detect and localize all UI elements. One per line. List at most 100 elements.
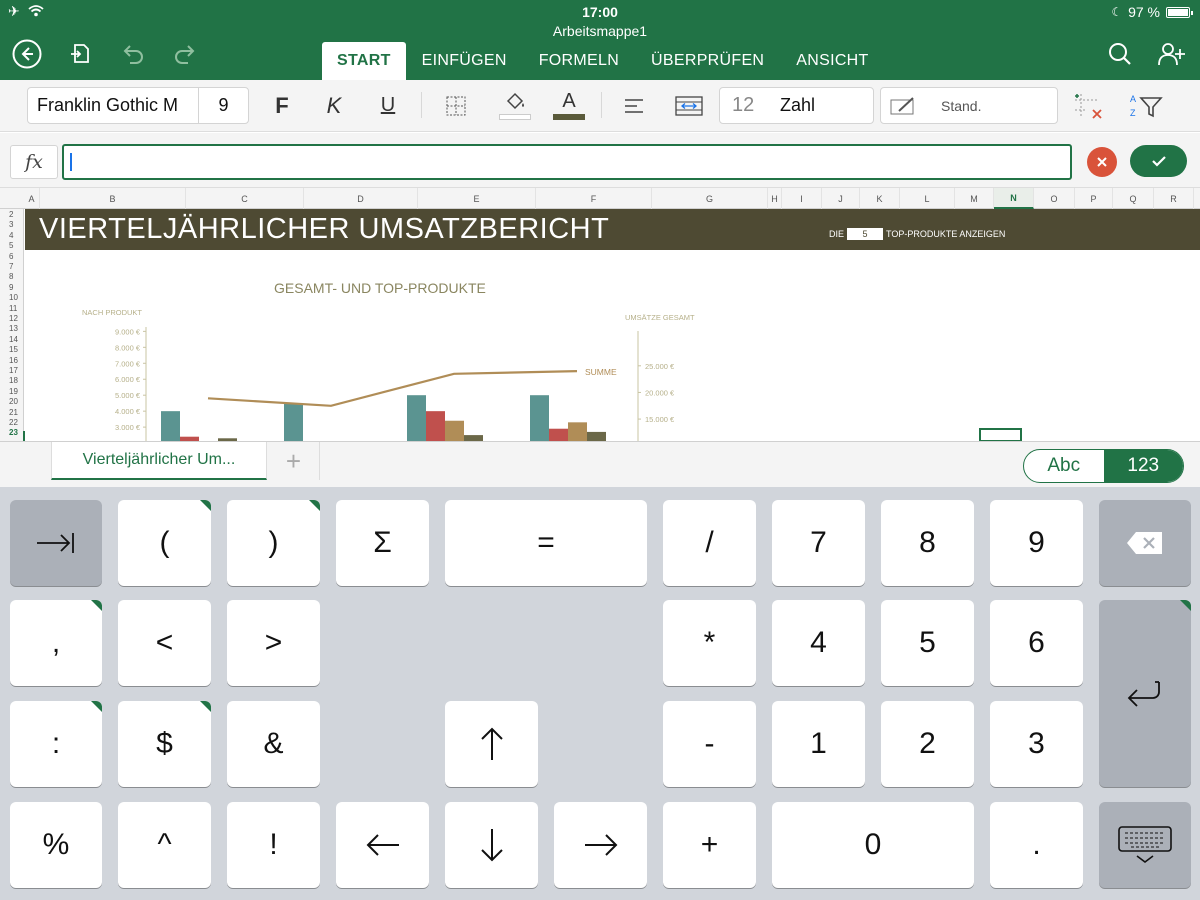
add-sheet-button[interactable]: + [268,442,320,480]
font-picker[interactable]: Franklin Gothic M 9 [27,87,249,124]
tab-formeln[interactable]: FORMELN [523,42,635,80]
share-file-button[interactable] [64,38,96,70]
column-header-g[interactable]: G [652,188,768,209]
key-2[interactable]: 2 [881,701,974,787]
key-3[interactable]: 3 [990,701,1083,787]
row-header-20[interactable]: 20 [0,397,24,407]
key-7[interactable]: 7 [772,500,865,586]
key-exclamation[interactable]: ! [227,802,320,888]
tab-ueberpruefen[interactable]: ÜBERPRÜFEN [635,42,780,80]
tab-einfuegen[interactable]: EINFÜGEN [406,42,523,80]
column-header-c[interactable]: C [186,188,304,209]
key-minus[interactable]: - [663,701,756,787]
column-header-o[interactable]: O [1034,188,1075,209]
arrow-left-key[interactable] [336,802,429,888]
key-4[interactable]: 4 [772,600,865,686]
wrap-text-button[interactable] [671,87,707,124]
sales-chart[interactable]: GESAMT- UND TOP-PRODUKTE NACH PRODUKT UMSÄ… [25,209,1200,441]
insert-delete-cells-button[interactable] [1070,87,1108,124]
row-header-16[interactable]: 16 [0,356,24,366]
keyboard-mode-toggle[interactable]: Abc 123 [1023,449,1184,483]
row-header-8[interactable]: 8 [0,272,24,282]
enter-key[interactable] [1099,600,1191,787]
selected-cell[interactable] [979,428,1022,441]
redo-button[interactable] [169,38,201,70]
key-dollar[interactable]: $ [118,701,211,787]
worksheet[interactable]: VIERTELJÄHRLICHER UMSATZBERICHT DIE 5 TO… [25,209,1200,441]
row-header-17[interactable]: 17 [0,366,24,376]
column-header-r[interactable]: R [1154,188,1194,209]
row-header-2[interactable]: 2 [0,210,24,220]
column-header-q[interactable]: Q [1113,188,1154,209]
row-header-19[interactable]: 19 [0,387,24,397]
confirm-edit-button[interactable] [1130,145,1187,177]
key-open-paren[interactable]: ( [118,500,211,586]
font-size[interactable]: 9 [199,95,248,116]
mode-abc[interactable]: Abc [1024,450,1104,482]
column-header-j[interactable]: J [822,188,860,209]
column-header-k[interactable]: K [860,188,900,209]
column-header-h[interactable]: H [768,188,782,209]
key-colon[interactable]: : [10,701,102,787]
row-header-4[interactable]: 4 [0,231,24,241]
column-header-n[interactable]: N [994,188,1034,209]
row-header-22[interactable]: 22 [0,418,24,428]
key-multiply[interactable]: * [663,600,756,686]
key-decimal[interactable]: . [990,802,1083,888]
arrow-down-key[interactable] [445,802,538,888]
tab-ansicht[interactable]: ANSICHT [780,42,884,80]
sort-filter-button[interactable]: AZ [1126,87,1168,124]
tab-start[interactable]: START [322,42,406,80]
italic-button[interactable]: K [314,87,354,124]
key-comma[interactable]: , [10,600,102,686]
mode-numeric[interactable]: 123 [1103,450,1183,482]
font-color-button[interactable]: A [551,87,587,124]
key-close-paren[interactable]: ) [227,500,320,586]
undo-button[interactable] [117,38,149,70]
row-header-15[interactable]: 15 [0,345,24,355]
formula-input[interactable] [62,144,1072,180]
borders-button[interactable] [436,87,476,124]
key-greater-than[interactable]: > [227,600,320,686]
column-header-a[interactable]: A [24,188,40,209]
key-plus[interactable]: + [663,802,756,888]
row-header-5[interactable]: 5 [0,241,24,251]
dismiss-keyboard-key[interactable] [1099,802,1191,888]
row-header-3[interactable]: 3 [0,220,24,230]
tab-key[interactable] [10,500,102,586]
column-header-b[interactable]: B [40,188,186,209]
backspace-key[interactable] [1099,500,1191,586]
column-header-e[interactable]: E [418,188,536,209]
key-ampersand[interactable]: & [227,701,320,787]
row-header-7[interactable]: 7 [0,262,24,272]
arrow-right-key[interactable] [554,802,647,888]
align-button[interactable] [616,87,652,124]
search-button[interactable] [1104,38,1136,70]
cancel-edit-button[interactable] [1087,147,1117,177]
row-header-10[interactable]: 10 [0,293,24,303]
cell-style-picker[interactable]: Stand. [880,87,1058,124]
key-caret[interactable]: ^ [118,802,211,888]
share-button[interactable] [1156,38,1188,70]
column-header-i[interactable]: I [782,188,822,209]
key-6[interactable]: 6 [990,600,1083,686]
number-format-picker[interactable]: 12 Zahl [719,87,874,124]
key-equals[interactable]: = [445,500,647,586]
column-header-l[interactable]: L [900,188,955,209]
function-button[interactable]: fx [10,145,58,179]
key-1[interactable]: 1 [772,701,865,787]
arrow-up-key[interactable] [445,701,538,787]
column-header-d[interactable]: D [304,188,418,209]
key-8[interactable]: 8 [881,500,974,586]
column-header-f[interactable]: F [536,188,652,209]
key-percent[interactable]: % [10,802,102,888]
back-button[interactable] [11,38,43,70]
row-header-18[interactable]: 18 [0,376,24,386]
key-0[interactable]: 0 [772,802,974,888]
key-sum[interactable]: Σ [336,500,429,586]
key-less-than[interactable]: < [118,600,211,686]
key-9[interactable]: 9 [990,500,1083,586]
row-header-13[interactable]: 13 [0,324,24,334]
row-header-21[interactable]: 21 [0,408,24,418]
bold-button[interactable]: F [262,87,302,124]
